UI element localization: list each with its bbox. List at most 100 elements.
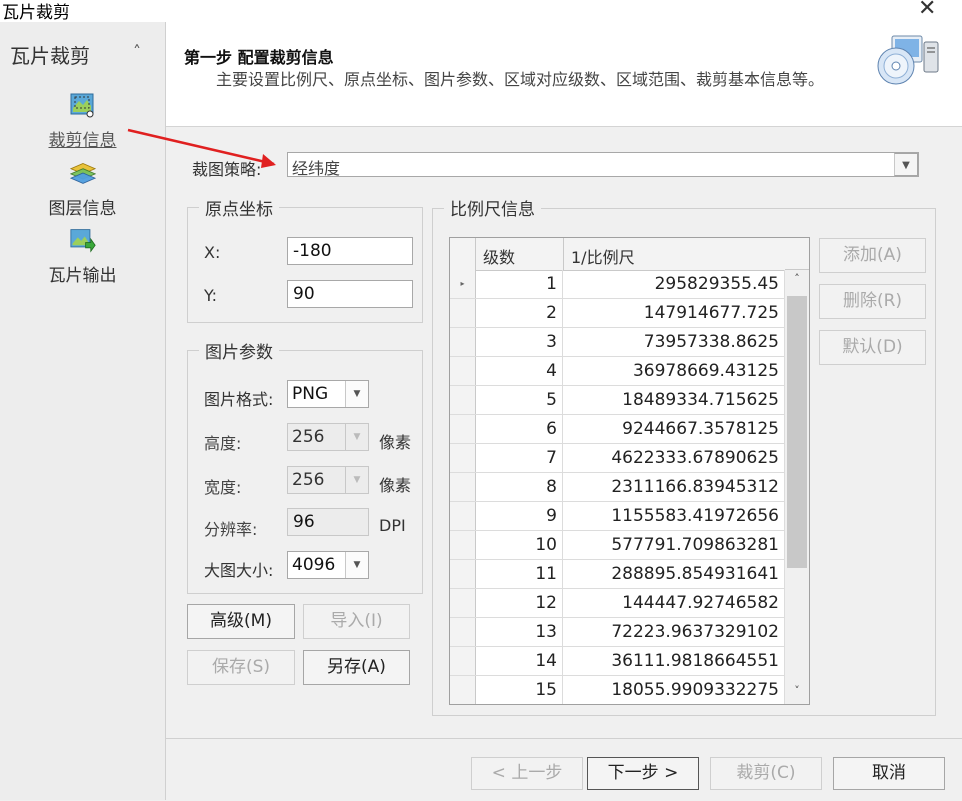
scale-cell[interactable]: 295829355.45 — [563, 270, 785, 298]
row-selector[interactable] — [450, 560, 476, 588]
height-select[interactable]: 256 ▼ — [287, 423, 369, 451]
advanced-button[interactable]: 高级(M) — [187, 604, 295, 639]
level-cell[interactable]: 1 — [475, 270, 563, 298]
row-selector[interactable] — [450, 676, 476, 704]
level-cell[interactable]: 7 — [475, 444, 563, 472]
add-button[interactable]: 添加(A) — [819, 238, 926, 273]
save-as-button[interactable]: 另存(A) — [303, 650, 410, 685]
y-input[interactable]: 90 — [287, 280, 413, 308]
level-cell[interactable]: 13 — [475, 618, 563, 646]
level-cell[interactable]: 12 — [475, 589, 563, 617]
delete-button[interactable]: 删除(R) — [819, 284, 926, 319]
table-row[interactable]: 13 72223.9637329102 — [450, 618, 785, 647]
row-selector[interactable] — [450, 386, 476, 414]
table-row[interactable]: ▸ 1 295829355.45 — [450, 270, 785, 299]
level-cell[interactable]: 5 — [475, 386, 563, 414]
previous-button[interactable]: < 上一步 — [471, 757, 583, 790]
sidebar-item-label: 瓦片输出 — [48, 266, 117, 286]
table-row[interactable]: 3 73957338.8625 — [450, 328, 785, 357]
row-selector[interactable] — [450, 328, 476, 356]
default-button[interactable]: 默认(D) — [819, 330, 926, 365]
row-selector-header — [450, 238, 476, 270]
table-row[interactable]: 9 1155583.41972656 — [450, 502, 785, 531]
scale-cell[interactable]: 36111.9818664551 — [563, 647, 785, 675]
level-cell[interactable]: 14 — [475, 647, 563, 675]
table-row[interactable]: 4 36978669.43125 — [450, 357, 785, 386]
scrollbar-thumb[interactable] — [787, 296, 807, 568]
row-selector[interactable] — [450, 444, 476, 472]
row-selector[interactable] — [450, 502, 476, 530]
table-row[interactable]: 11 288895.854931641 — [450, 560, 785, 589]
scroll-down-icon[interactable]: ˅ — [785, 684, 809, 697]
chevron-down-icon[interactable]: ▼ — [345, 381, 368, 407]
row-selector[interactable] — [450, 299, 476, 327]
column-header-level[interactable]: 级数 — [475, 238, 564, 270]
scroll-up-icon[interactable]: ˄ — [785, 272, 809, 285]
scale-cell[interactable]: 1155583.41972656 — [563, 502, 785, 530]
sidebar-item-tile-export[interactable]: 瓦片输出 — [0, 227, 165, 286]
tile-export-icon — [69, 229, 96, 253]
scale-cell[interactable]: 144447.92746582 — [563, 589, 785, 617]
crop-button[interactable]: 裁剪(C) — [710, 757, 822, 790]
level-cell[interactable]: 10 — [475, 531, 563, 559]
scale-cell[interactable]: 36978669.43125 — [563, 357, 785, 385]
scale-cell[interactable]: 18489334.715625 — [563, 386, 785, 414]
step-description: 主要设置比例尺、原点坐标、图片参数、区域对应级数、区域范围、裁剪基本信息等。 — [216, 70, 825, 89]
table-row[interactable]: 8 2311166.83945312 — [450, 473, 785, 502]
row-selector[interactable] — [450, 589, 476, 617]
row-selector[interactable] — [450, 618, 476, 646]
table-row[interactable]: 10 577791.709863281 — [450, 531, 785, 560]
table-body: ▸ 1 295829355.45 2 147914677.725 3 73957338.86… — [450, 270, 785, 704]
height-unit: 像素 — [379, 433, 412, 452]
table-row[interactable]: 15 18055.9909332275 — [450, 676, 785, 704]
table-row[interactable]: 12 144447.92746582 — [450, 589, 785, 618]
table-row[interactable]: 5 18489334.715625 — [450, 386, 785, 415]
sidebar-header[interactable]: 瓦片裁剪 ˄ — [0, 40, 165, 72]
size-select[interactable]: 4096 ▼ — [287, 551, 369, 579]
level-cell[interactable]: 9 — [475, 502, 563, 530]
level-cell[interactable]: 6 — [475, 415, 563, 443]
scale-cell[interactable]: 577791.709863281 — [563, 531, 785, 559]
crop-map-icon — [70, 93, 93, 118]
level-cell[interactable]: 2 — [475, 299, 563, 327]
import-button[interactable]: 导入(I) — [303, 604, 410, 639]
scale-cell[interactable]: 73957338.8625 — [563, 328, 785, 356]
scale-cell[interactable]: 4622333.67890625 — [563, 444, 785, 472]
table-row[interactable]: 6 9244667.3578125 — [450, 415, 785, 444]
level-cell[interactable]: 3 — [475, 328, 563, 356]
scale-cell[interactable]: 72223.9637329102 — [563, 618, 785, 646]
row-selector[interactable]: ▸ — [450, 270, 476, 298]
row-selector[interactable] — [450, 647, 476, 675]
format-select[interactable]: PNG ▼ — [287, 380, 369, 408]
scale-cell[interactable]: 147914677.725 — [563, 299, 785, 327]
chevron-down-icon: ▼ — [345, 424, 368, 450]
x-input[interactable]: -180 — [287, 237, 413, 265]
width-select[interactable]: 256 ▼ — [287, 466, 369, 494]
level-cell[interactable]: 11 — [475, 560, 563, 588]
row-selector[interactable] — [450, 531, 476, 559]
table-row[interactable]: 14 36111.9818664551 — [450, 647, 785, 676]
column-header-scale[interactable]: 1/比例尺 — [563, 238, 786, 270]
chevron-up-icon[interactable]: ˄ — [133, 42, 141, 61]
scale-cell[interactable]: 18055.9909332275 — [563, 676, 785, 704]
scale-cell[interactable]: 9244667.3578125 — [563, 415, 785, 443]
chevron-down-icon[interactable]: ▼ — [345, 552, 368, 578]
level-cell[interactable]: 4 — [475, 357, 563, 385]
level-cell[interactable]: 8 — [475, 473, 563, 501]
row-selector[interactable] — [450, 357, 476, 385]
close-icon[interactable]: ✕ — [918, 0, 936, 21]
row-selector[interactable] — [450, 473, 476, 501]
scale-cell[interactable]: 2311166.83945312 — [563, 473, 785, 501]
cancel-button[interactable]: 取消 — [833, 757, 945, 790]
save-button[interactable]: 保存(S) — [187, 650, 295, 685]
level-cell[interactable]: 15 — [475, 676, 563, 704]
table-row[interactable]: 2 147914677.725 — [450, 299, 785, 328]
table-row[interactable]: 7 4622333.67890625 — [450, 444, 785, 473]
table-scrollbar[interactable]: ˄ ˅ — [785, 270, 809, 704]
chevron-down-icon[interactable]: ▼ — [894, 153, 918, 176]
scale-table[interactable]: 级数 1/比例尺 ▸ 1 295829355.45 2 147914677.725 3 73… — [449, 237, 810, 705]
next-button[interactable]: 下一步 > — [587, 757, 699, 790]
strategy-select[interactable]: 经纬度 ▼ — [287, 152, 919, 178]
row-selector[interactable] — [450, 415, 476, 443]
scale-cell[interactable]: 288895.854931641 — [563, 560, 785, 588]
